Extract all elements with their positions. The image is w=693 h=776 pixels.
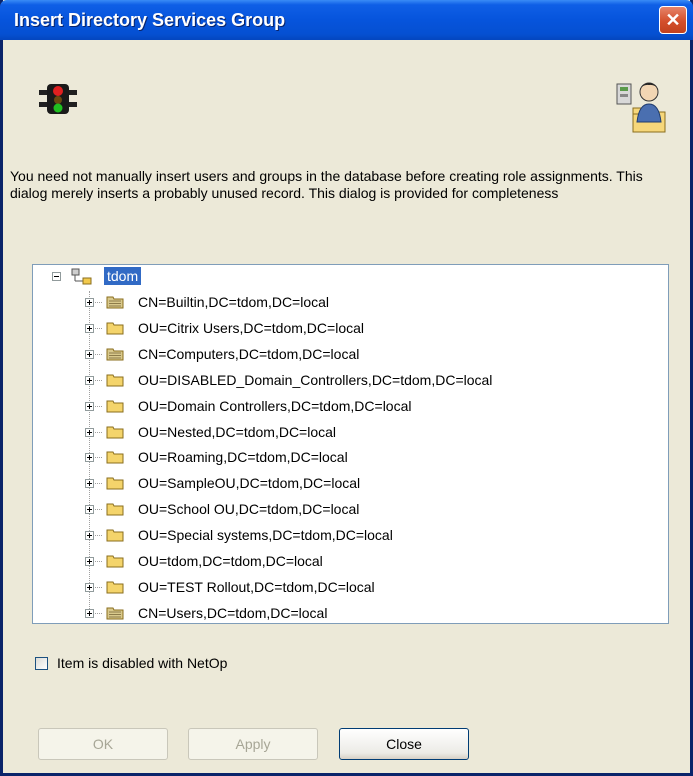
tree-item-label[interactable]: OU=TEST Rollout,DC=tdom,DC=local bbox=[138, 578, 375, 596]
tree-item[interactable]: OU=Citrix Users,DC=tdom,DC=local bbox=[33, 316, 663, 342]
tree-item-label[interactable]: CN=Computers,DC=tdom,DC=local bbox=[138, 345, 359, 363]
tree-item-label[interactable]: CN=Builtin,DC=tdom,DC=local bbox=[138, 293, 329, 311]
expand-toggle-icon[interactable] bbox=[85, 557, 94, 566]
description-text: You need not manually insert users and g… bbox=[10, 168, 643, 201]
apply-button[interactable]: Apply bbox=[188, 728, 318, 760]
title-bar[interactable]: Insert Directory Services Group ✕ bbox=[0, 0, 693, 40]
tree-item-label[interactable]: OU=DISABLED_Domain_Controllers,DC=tdom,D… bbox=[138, 371, 492, 389]
folder-icon bbox=[106, 581, 124, 594]
container-icon bbox=[106, 607, 124, 620]
ok-button[interactable]: OK bbox=[38, 728, 168, 760]
tree-item-label[interactable]: CN=Users,DC=tdom,DC=local bbox=[138, 604, 327, 622]
directory-users-icon bbox=[616, 82, 666, 133]
expand-toggle-icon[interactable] bbox=[85, 479, 94, 489]
tree-item-label[interactable]: OU=School OU,DC=tdom,DC=local bbox=[138, 500, 359, 518]
tree-item[interactable]: CN=Users,DC=tdom,DC=local bbox=[33, 601, 663, 627]
tree-item-label[interactable]: OU=Special systems,DC=tdom,DC=local bbox=[138, 526, 393, 544]
expand-toggle-icon[interactable] bbox=[85, 323, 94, 333]
tree-item[interactable]: CN=Computers,DC=tdom,DC=local bbox=[33, 342, 663, 368]
tree-item-label[interactable]: OU=Nested,DC=tdom,DC=local bbox=[138, 423, 336, 441]
tree-item-label[interactable]: OU=SampleOU,DC=tdom,DC=local bbox=[138, 474, 360, 492]
tree-item-label[interactable]: OU=tdom,DC=tdom,DC=local bbox=[138, 552, 323, 570]
tree-item-label[interactable]: OU=Domain Controllers,DC=tdom,DC=local bbox=[138, 397, 412, 415]
domain-icon bbox=[71, 268, 92, 285]
netop-checkbox[interactable] bbox=[35, 657, 48, 670]
tree-item[interactable]: OU=Nested,DC=tdom,DC=local bbox=[33, 420, 663, 446]
close-button[interactable]: Close bbox=[339, 728, 469, 760]
expand-toggle-icon[interactable] bbox=[85, 375, 94, 385]
tree-item[interactable]: OU=tdom,DC=tdom,DC=local bbox=[33, 549, 663, 575]
tree-item-label[interactable]: OU=Citrix Users,DC=tdom,DC=local bbox=[138, 319, 364, 337]
directory-tree[interactable]: tdom CN=Builtin,DC=tdom,DC=local OU=Citri… bbox=[32, 264, 669, 624]
close-window-button[interactable]: ✕ bbox=[659, 6, 687, 34]
expand-toggle-icon[interactable] bbox=[85, 401, 94, 411]
container-icon bbox=[106, 348, 124, 361]
netop-checkbox-label[interactable]: Item is disabled with NetOp bbox=[57, 655, 227, 671]
tree-item[interactable]: OU=DISABLED_Domain_Controllers,DC=tdom,D… bbox=[33, 368, 663, 394]
dialog-window: Insert Directory Services Group ✕ You ne… bbox=[0, 0, 693, 776]
tree-item[interactable]: OU=Domain Controllers,DC=tdom,DC=local bbox=[33, 394, 663, 420]
tree-item[interactable]: OU=Special systems,DC=tdom,DC=local bbox=[33, 523, 663, 549]
expand-toggle-icon[interactable] bbox=[85, 349, 94, 359]
folder-icon bbox=[106, 322, 124, 335]
window-title: Insert Directory Services Group bbox=[14, 10, 286, 30]
close-icon: ✕ bbox=[665, 10, 681, 30]
tree-item[interactable]: OU=TEST Rollout,DC=tdom,DC=local bbox=[33, 575, 663, 601]
expand-toggle-icon[interactable] bbox=[85, 608, 94, 618]
folder-icon bbox=[106, 400, 124, 413]
tree-item-label[interactable]: OU=Roaming,DC=tdom,DC=local bbox=[138, 448, 348, 466]
traffic-light-icon bbox=[39, 84, 77, 114]
expand-toggle-icon[interactable] bbox=[85, 298, 94, 307]
tree-root-label[interactable]: tdom bbox=[104, 267, 142, 285]
tree-item[interactable]: OU=Roaming,DC=tdom,DC=local bbox=[33, 445, 663, 471]
folder-icon bbox=[106, 529, 124, 542]
expand-toggle-icon[interactable] bbox=[85, 505, 94, 515]
tree-item[interactable]: CN=Builtin,DC=tdom,DC=local bbox=[33, 290, 663, 316]
collapse-toggle-icon[interactable] bbox=[52, 272, 61, 281]
folder-icon bbox=[106, 555, 124, 568]
expand-toggle-icon[interactable] bbox=[85, 427, 94, 437]
tree-item[interactable]: OU=SampleOU,DC=tdom,DC=local bbox=[33, 471, 663, 497]
expand-toggle-icon[interactable] bbox=[85, 453, 94, 463]
container-icon bbox=[106, 296, 124, 309]
folder-icon bbox=[106, 451, 124, 464]
folder-icon bbox=[106, 503, 124, 516]
tree-item[interactable]: OU=School OU,DC=tdom,DC=local bbox=[33, 497, 663, 523]
expand-toggle-icon[interactable] bbox=[85, 582, 94, 592]
expand-toggle-icon[interactable] bbox=[85, 531, 94, 541]
folder-icon bbox=[106, 426, 124, 438]
folder-icon bbox=[106, 477, 124, 490]
folder-icon bbox=[106, 374, 124, 387]
